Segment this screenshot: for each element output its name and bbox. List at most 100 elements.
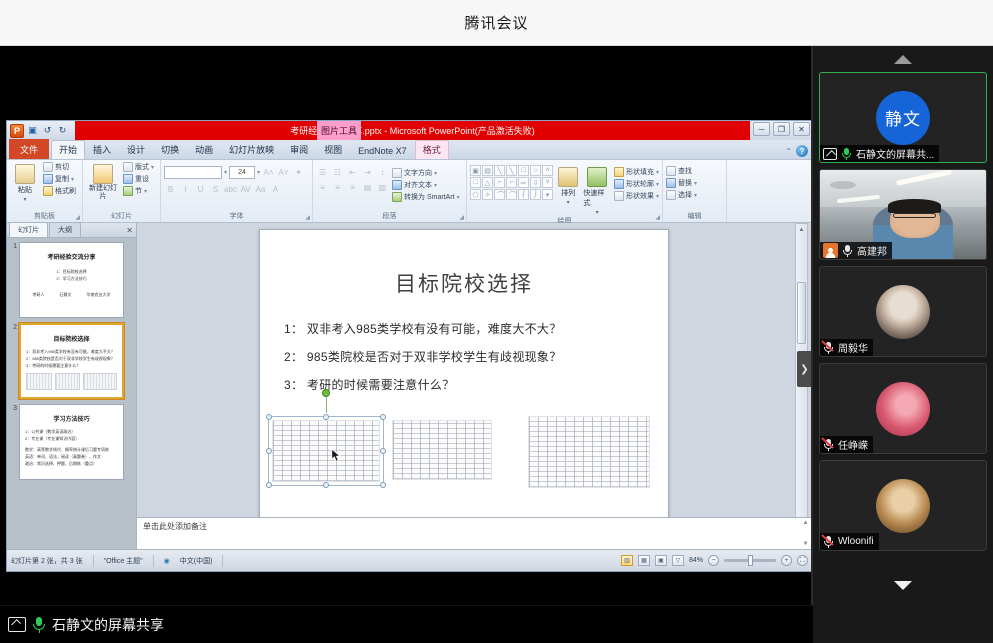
align-center-button[interactable]: ≡: [331, 181, 344, 194]
minimize-button[interactable]: ─: [753, 122, 770, 136]
view-normal-button[interactable]: ▥: [621, 555, 633, 566]
resize-handle-sw[interactable]: [266, 482, 272, 488]
shapes-scroll-up-icon[interactable]: ˄: [542, 165, 553, 176]
paragraph-dialog-launcher[interactable]: ◢: [459, 214, 464, 221]
zoom-slider[interactable]: [724, 559, 776, 562]
font-size-dropdown-icon[interactable]: ▾: [257, 169, 260, 176]
resize-handle-nw[interactable]: [266, 414, 272, 420]
new-slide-button[interactable]: 新建幻灯片: [86, 162, 120, 201]
shape-effects-button[interactable]: 形状效果 ▾: [614, 191, 659, 201]
thumbnail-row[interactable]: 2 目标院校选择 1：双非考入985类学校有没有可能，难度大不大？ 2：985类…: [10, 323, 133, 399]
slide-canvas[interactable]: 目标院校选择 1： 双非考入985类学校有没有可能，难度大不大？ 2： 985类…: [259, 229, 669, 537]
tab-format[interactable]: 格式: [415, 140, 449, 159]
shape-oval-icon[interactable]: ○: [530, 165, 541, 176]
thumbnail-row[interactable]: 1 考研经验交流分享 1：目标院校选择 2：学习方法技巧 考研人 石静文 华南农…: [10, 242, 133, 318]
tab-animations[interactable]: 动画: [187, 140, 221, 159]
tab-endnote[interactable]: EndNote X7: [350, 143, 415, 159]
notes-scrollbar[interactable]: ▲ ▼: [801, 520, 810, 547]
view-slideshow-button[interactable]: ▽: [672, 555, 684, 566]
window-controls[interactable]: ─ ❐ ✕: [753, 122, 810, 136]
restore-button[interactable]: ❐: [773, 122, 790, 136]
shape-square-icon[interactable]: □: [470, 177, 481, 188]
paste-button[interactable]: 粘贴 ▾: [10, 162, 40, 203]
shapes-more-icon[interactable]: ▾: [542, 189, 553, 200]
line-spacing-button[interactable]: ↕: [376, 166, 389, 179]
paste-dropdown-icon[interactable]: ▾: [23, 196, 26, 203]
shape-arrow-icon[interactable]: ╲: [506, 165, 517, 176]
participant-tile-4[interactable]: 任峥嵘: [819, 363, 987, 454]
undo-icon[interactable]: ↺: [41, 124, 54, 137]
section-button[interactable]: 节 ▾: [123, 186, 154, 196]
thumbnail-list[interactable]: 1 考研经验交流分享 1：目标院校选择 2：学习方法技巧 考研人 石静文 华南农…: [7, 238, 136, 571]
fit-to-window-icon[interactable]: ⛶: [797, 555, 808, 566]
rotate-handle-icon[interactable]: [322, 389, 330, 397]
quick-access-toolbar[interactable]: P ▣ ↺ ↻ ▾: [7, 124, 84, 138]
help-icon[interactable]: ?: [796, 145, 808, 157]
tab-outline[interactable]: 大纲: [49, 222, 81, 237]
increase-indent-button[interactable]: ⇥: [361, 166, 374, 179]
slide-title[interactable]: 目标院校选择: [260, 268, 668, 298]
shrink-font-button[interactable]: A˅: [277, 166, 290, 179]
shape-brace-right-icon[interactable]: }: [530, 189, 541, 200]
redo-icon[interactable]: ↻: [56, 124, 69, 137]
ribbon-tab-strip[interactable]: 文件 开始 插入 设计 切换 动画 幻灯片放映 审阅 视图 EndNote X7…: [7, 140, 812, 160]
tab-slides-thumbnails[interactable]: 幻灯片: [9, 222, 48, 237]
participants-scroll-up-button[interactable]: [813, 46, 993, 72]
scroll-up-icon[interactable]: ▲: [796, 224, 807, 236]
zoom-slider-knob[interactable]: [748, 555, 753, 566]
shape-rect2-icon[interactable]: ▤: [482, 165, 493, 176]
format-painter-button[interactable]: 格式刷: [43, 186, 76, 196]
resize-handle-ne[interactable]: [380, 414, 386, 420]
thumbnail-row[interactable]: 3 学习方法技巧 1：公共课（数学英语政治） 2：专业课（专业课知识内容） 数学…: [10, 404, 133, 480]
shape-pentagon-icon[interactable]: ⬠: [470, 189, 481, 200]
resize-handle-e[interactable]: [380, 448, 386, 454]
shape-brace-left-icon[interactable]: {: [518, 189, 529, 200]
participant-tile-5[interactable]: Wloonifi: [819, 460, 987, 551]
expand-panel-button[interactable]: ❯: [797, 351, 812, 387]
scrollbar-thumb[interactable]: [797, 282, 806, 344]
drawing-dialog-launcher[interactable]: ◢: [655, 214, 660, 221]
thumbnail-slide-3[interactable]: 学习方法技巧 1：公共课（数学英语政治） 2：专业课（专业课知识内容） 数学：高…: [19, 404, 124, 480]
quick-styles-button[interactable]: 快速样式 ▾: [583, 165, 611, 216]
shape-elbow-icon[interactable]: ⌐: [494, 177, 505, 188]
ribbon-tab-right-controls[interactable]: ⌃ ?: [785, 145, 808, 157]
shape-fill-button[interactable]: 形状填充 ▾: [614, 167, 659, 177]
replace-button[interactable]: 替换 ▾: [666, 178, 697, 188]
participants-scroll-down-button[interactable]: [813, 575, 993, 595]
clear-formatting-icon[interactable]: ✦: [292, 166, 305, 179]
clipboard-dialog-launcher[interactable]: ◢: [75, 214, 80, 221]
notes-scroll-down-icon[interactable]: ▼: [803, 541, 809, 547]
collapse-ribbon-icon[interactable]: ⌃: [785, 147, 792, 156]
tab-transitions[interactable]: 切换: [153, 140, 187, 159]
columns-button[interactable]: ▥: [376, 181, 389, 194]
font-dialog-launcher[interactable]: ◢: [305, 214, 310, 221]
numbering-button[interactable]: ☷: [331, 166, 344, 179]
bullets-button[interactable]: ☰: [316, 166, 329, 179]
thumbnail-slide-2[interactable]: 目标院校选择 1：双非考入985类学校有没有可能，难度大不大？ 2：985类院校…: [19, 323, 124, 399]
tab-file[interactable]: 文件: [9, 139, 49, 159]
selected-image-wrapper[interactable]: [272, 420, 380, 482]
slide-table-image-2[interactable]: [392, 420, 492, 480]
align-text-button[interactable]: 对齐文本 ▾: [392, 180, 460, 190]
zoom-out-icon[interactable]: −: [708, 555, 719, 566]
justify-button[interactable]: ▤: [361, 181, 374, 194]
copy-button[interactable]: 复制 ▾: [43, 174, 76, 184]
view-slide-sorter-button[interactable]: ▦: [638, 555, 650, 566]
participant-tile-1[interactable]: 静文 石静文的屏幕共...: [819, 72, 987, 163]
bold-button[interactable]: B: [164, 183, 177, 196]
shape-line-icon[interactable]: ╲: [494, 165, 505, 176]
arrange-button[interactable]: 排列 ▾: [556, 165, 580, 206]
shape-down-arrow-icon[interactable]: ⇩: [530, 177, 541, 188]
slide-table-image-3[interactable]: [528, 416, 650, 488]
shadow-button[interactable]: S: [209, 183, 222, 196]
reset-button[interactable]: 重设: [123, 174, 154, 184]
shape-right-arrow-icon[interactable]: ⇨: [518, 177, 529, 188]
align-right-button[interactable]: ≡: [346, 181, 359, 194]
underline-button[interactable]: U: [194, 183, 207, 196]
shapes-gallery[interactable]: ▣ ▤ ╲ ╲ □ ○ ˄ □ △ ⌐ ⌐ ⇨ ⇩: [470, 165, 553, 200]
shapes-scroll-down-icon[interactable]: ˅: [542, 177, 553, 188]
save-icon[interactable]: ▣: [26, 124, 39, 137]
tab-review[interactable]: 审阅: [282, 140, 316, 159]
notes-scroll-up-icon[interactable]: ▲: [803, 520, 809, 526]
participants-sidebar[interactable]: 静文 石静文的屏幕共...: [813, 46, 993, 643]
